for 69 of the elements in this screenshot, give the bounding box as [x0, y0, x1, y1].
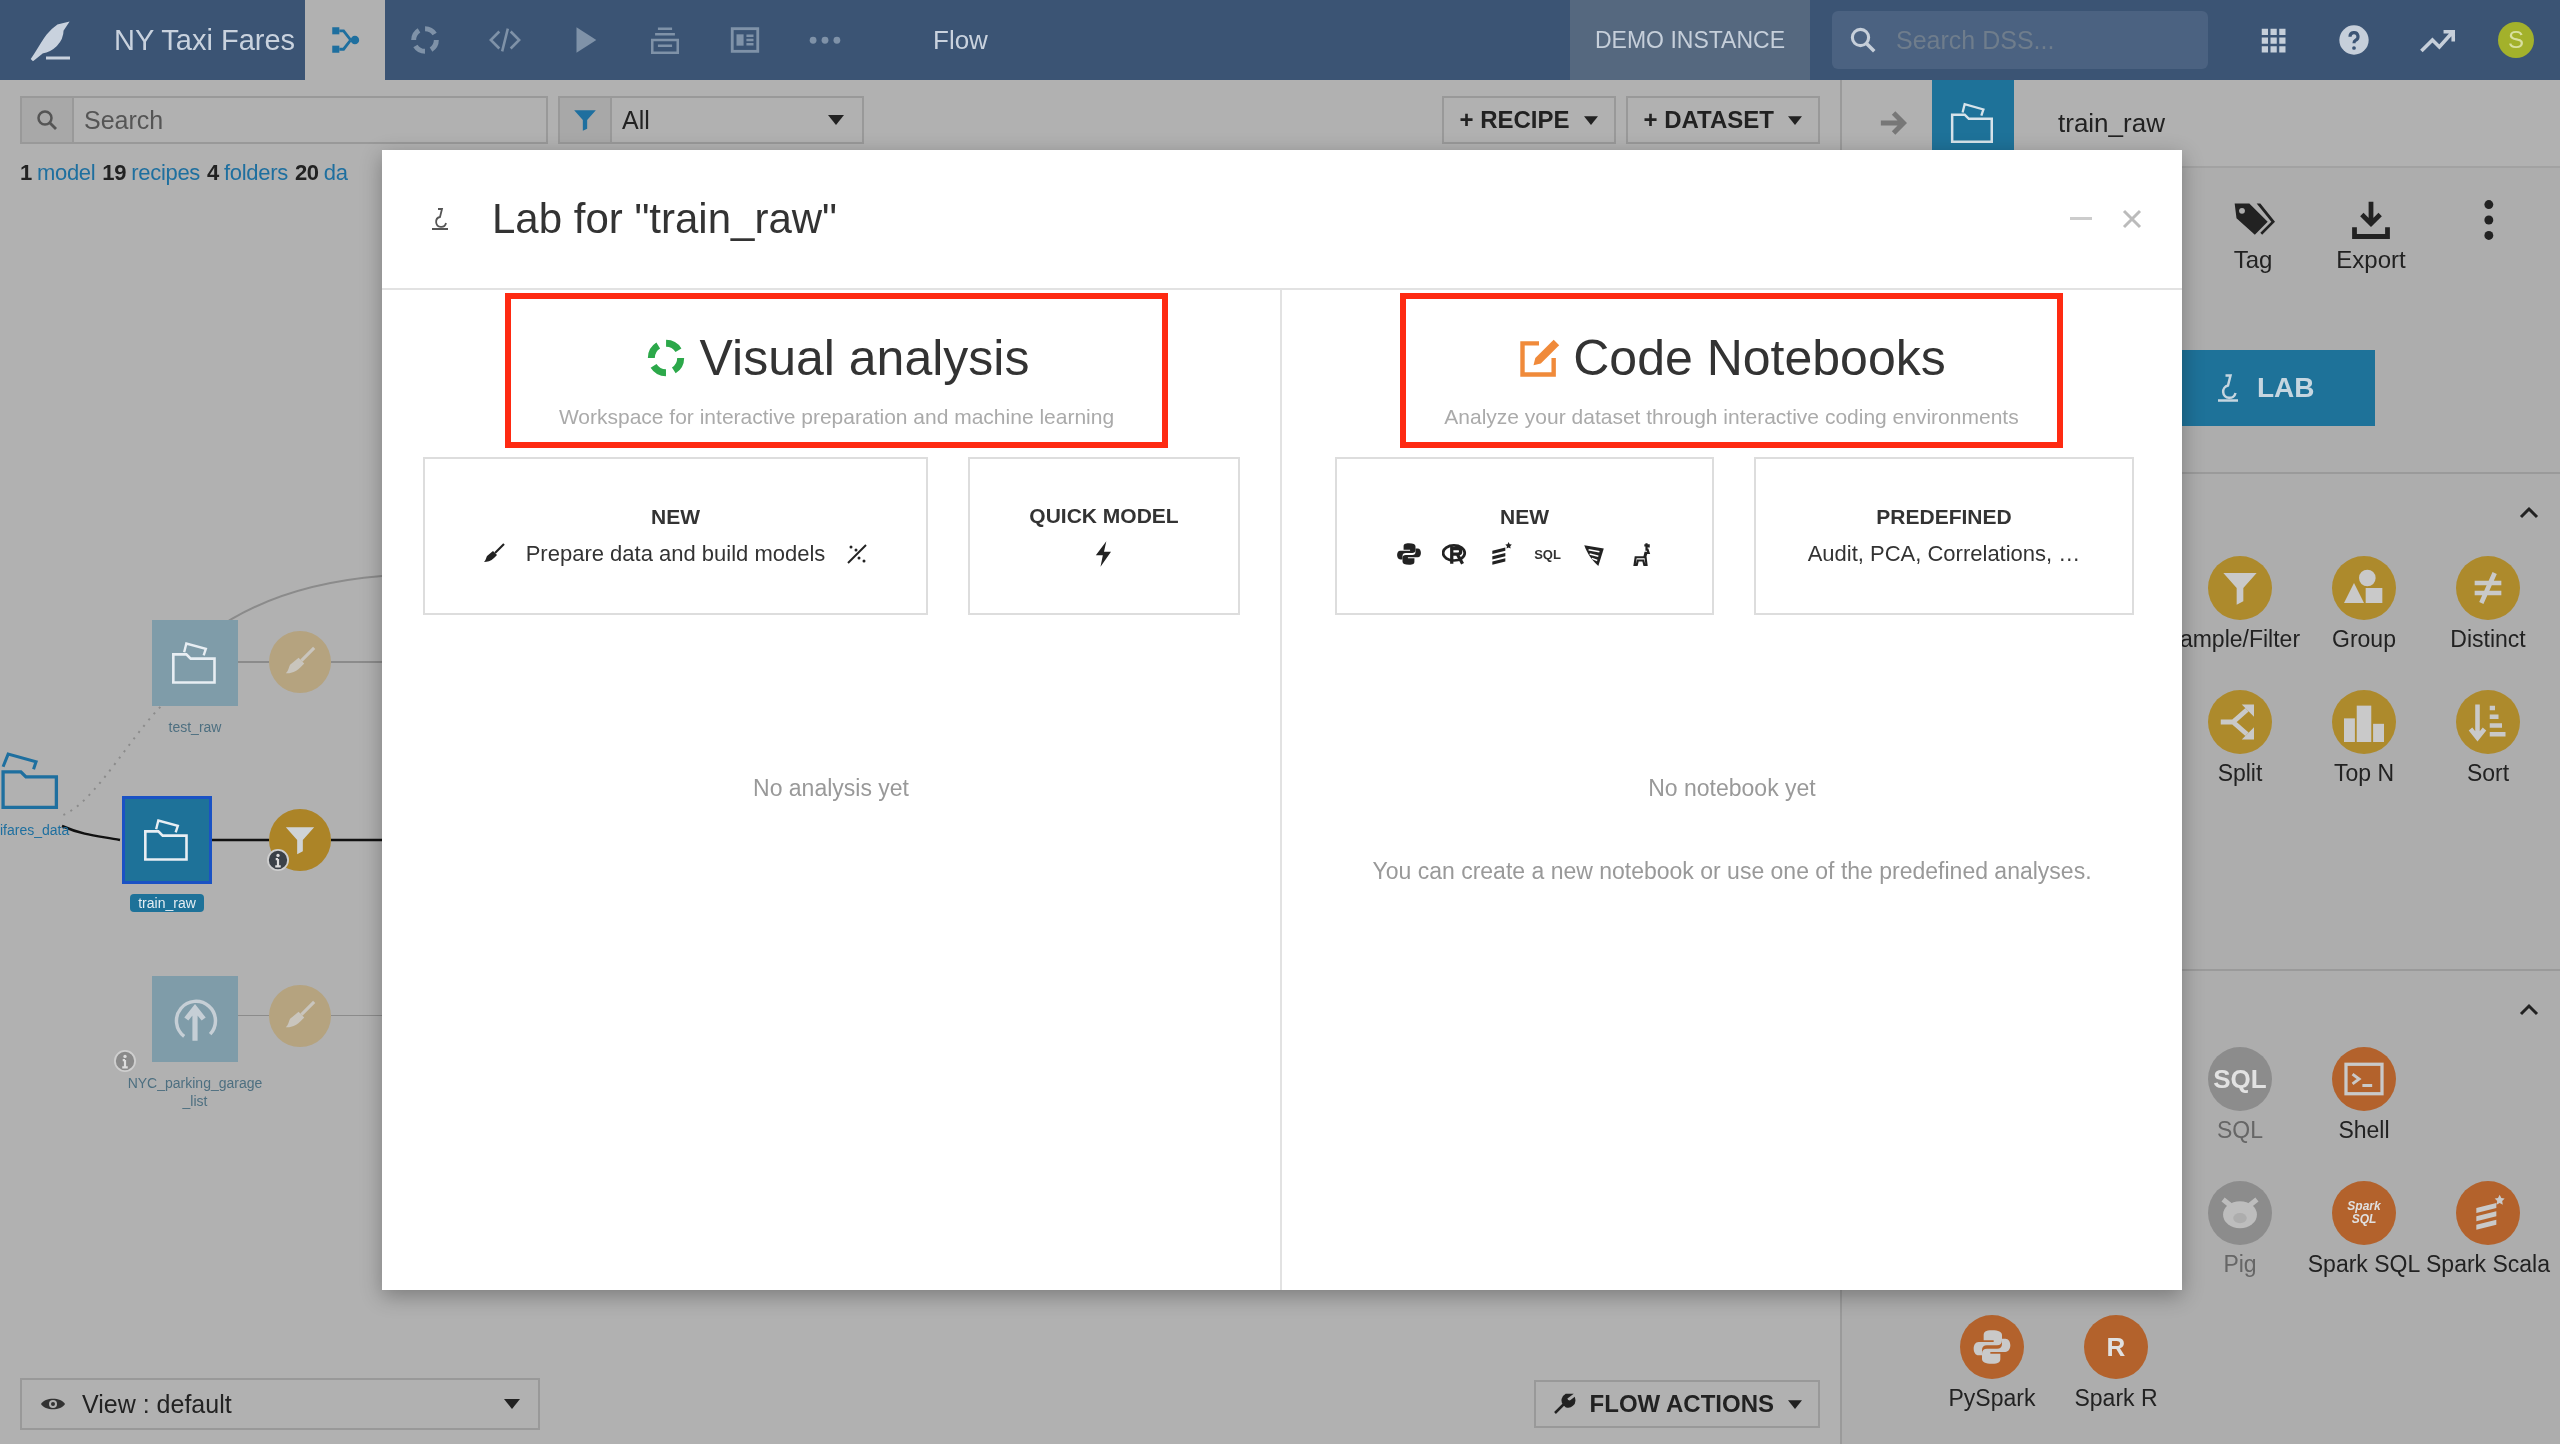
caret-icon	[828, 115, 844, 125]
caret-icon	[1788, 115, 1802, 125]
section-subtitle: Analyze your dataset through interactive coding environments	[1444, 405, 2019, 429]
close-icon[interactable]	[2122, 209, 2142, 229]
section-title: Code Notebooks	[1573, 329, 1946, 387]
recipe-tool[interactable]: Top N	[2302, 690, 2426, 824]
microscope-icon	[430, 205, 450, 233]
filter-icon	[572, 107, 598, 133]
add-recipe-button[interactable]: + RECIPE	[1441, 96, 1616, 144]
item-name: train_raw	[2058, 107, 2165, 139]
node-label: NYC_parking_garage_list	[126, 1074, 264, 1110]
minimize-icon[interactable]	[2070, 217, 2092, 221]
section-title: Flow	[933, 24, 988, 56]
filter-dropdown[interactable]: All	[558, 96, 864, 144]
r-logo-icon	[1442, 541, 1469, 567]
caret-icon	[504, 1399, 520, 1409]
recipe-tool[interactable]: Sort	[2426, 690, 2550, 824]
action-button[interactable]: Export	[2336, 198, 2406, 308]
python-icon	[1396, 541, 1423, 567]
search-field[interactable]: Search	[20, 96, 548, 144]
node-label: ifares_data	[0, 821, 70, 839]
info-icon[interactable]	[267, 849, 289, 871]
recipe-tool[interactable]: PySpark	[1930, 1315, 2054, 1444]
wand-icon	[845, 542, 870, 566]
recipe-tool[interactable]: R Spark R	[2054, 1315, 2178, 1444]
section-subtitle: Workspace for interactive preparation and machine learning	[558, 405, 1115, 429]
node-label: train_raw	[130, 894, 204, 912]
view-dropdown[interactable]: View : default	[20, 1378, 540, 1430]
project-name[interactable]: NY Taxi Fares	[114, 23, 296, 57]
count-label: 4	[207, 160, 219, 186]
collapse-icon[interactable]	[2518, 1003, 2540, 1017]
recipe-tool[interactable]: Distinct	[2426, 556, 2550, 690]
hint-text: You can create a new notebook or use one of the predefined analyses.	[1372, 858, 2092, 885]
dataset-node[interactable]	[122, 796, 212, 884]
count-label: 19	[102, 160, 127, 186]
ring-icon	[408, 23, 442, 57]
option-card[interactable]: PREDEFINED Audit, PCA, Correlations, …	[1754, 457, 2134, 615]
more-icon	[808, 35, 842, 45]
instance-badge: DEMO INSTANCE	[1570, 0, 1810, 80]
node-label: test_raw	[167, 718, 223, 736]
search-icon	[1848, 25, 1878, 55]
section-title: Visual analysis	[699, 329, 1030, 387]
recipe-tool[interactable]: Spark SQL Spark SQL	[2302, 1181, 2426, 1315]
recipe-tool[interactable]: Group	[2302, 556, 2426, 690]
add-dataset-button[interactable]: + DATASET	[1625, 96, 1820, 144]
search-icon	[35, 108, 59, 132]
empty-message: No notebook yet	[1648, 775, 1816, 802]
dialog-title: Lab for "train_raw"	[492, 195, 837, 243]
terminal-icon	[2344, 1061, 2384, 1097]
caret-icon	[1788, 1399, 1802, 1409]
nav-tab[interactable]	[305, 0, 385, 80]
microscope-icon	[2215, 373, 2241, 403]
dataset-node[interactable]	[152, 620, 238, 706]
option-card[interactable]: NEW SQL	[1335, 457, 1714, 615]
python-icon	[1972, 1327, 2012, 1367]
collapse-icon[interactable]	[2518, 506, 2540, 520]
count-label: 20	[294, 160, 319, 186]
option-card[interactable]: QUICK MODEL	[968, 457, 1240, 615]
recipe-tool[interactable]: Spark Scala	[2426, 1181, 2550, 1315]
flow-actions-button[interactable]: FLOW ACTIONS	[1533, 1380, 1820, 1428]
more-icon	[2484, 198, 2494, 242]
help-icon[interactable]	[2338, 24, 2370, 56]
dataset-node[interactable]	[152, 976, 238, 1062]
empty-message: No analysis yet	[753, 775, 909, 802]
action-button[interactable]: Tag	[2218, 198, 2288, 308]
option-card[interactable]: NEW Prepare data and build models	[423, 457, 928, 615]
caret-icon	[1583, 115, 1598, 125]
recipe-tool[interactable]: Shell	[2302, 1047, 2426, 1181]
count-label: 1	[20, 160, 32, 186]
